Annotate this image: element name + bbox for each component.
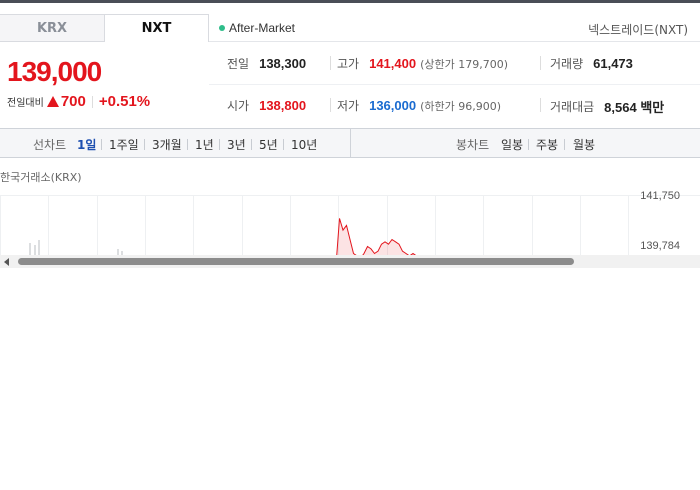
price-line	[336, 218, 417, 255]
stat-open: 시가 138,800	[227, 97, 306, 114]
period-10y[interactable]: 10년	[291, 136, 317, 153]
stat-value: 136,000	[369, 98, 417, 113]
stat-value: 61,473	[593, 56, 633, 71]
scroll-left-arrow-icon[interactable]	[4, 258, 9, 266]
divider	[540, 98, 541, 112]
y-tick-label: 139,784	[640, 240, 680, 252]
period-5y[interactable]: 5년	[259, 136, 278, 153]
stat-label: 저가	[337, 99, 360, 113]
divider	[283, 139, 284, 150]
change-label: 전일대비	[7, 98, 44, 109]
line-chart-label: 선차트	[33, 138, 67, 152]
candle-daily[interactable]: 일봉	[501, 136, 523, 153]
price-chart[interactable]: 141,750 139,784	[0, 185, 700, 255]
stat-high: 고가 141,400 (상한가 179,700)	[337, 55, 508, 72]
top-border	[0, 0, 700, 3]
stats-divider	[209, 84, 700, 85]
stat-value: 138,800	[259, 98, 307, 113]
divider	[219, 139, 220, 150]
y-tick-label: 141,750	[640, 190, 680, 202]
stat-value: 141,400	[369, 56, 417, 71]
change-amount: 700	[60, 93, 86, 110]
period-3y[interactable]: 3년	[227, 136, 246, 153]
lower-limit: (하한가 96,900)	[420, 99, 502, 113]
chart-source: 한국거래소(KRX)	[0, 171, 82, 184]
divider	[144, 139, 145, 150]
stat-value: 8,564 백만	[604, 100, 665, 115]
candle-chart-label: 봉차트	[456, 138, 490, 152]
current-price: 139,000	[7, 56, 102, 87]
divider	[528, 139, 529, 150]
exchange-name: 넥스트레이드(NXT)	[588, 23, 688, 37]
divider	[91, 95, 93, 108]
chart-svg	[0, 195, 700, 255]
stat-prev-close: 전일 138,300	[227, 55, 306, 72]
price-change: 전일대비 700 +0.51%	[7, 93, 150, 110]
tab-nxt[interactable]: NXT	[105, 14, 209, 42]
divider	[101, 139, 102, 150]
period-3m[interactable]: 3개월	[152, 136, 182, 153]
upper-limit: (상한가 179,700)	[420, 57, 509, 71]
change-percent: +0.51%	[98, 93, 151, 110]
stat-label: 거래대금	[550, 100, 595, 114]
stat-low: 저가 136,000 (하한가 96,900)	[337, 97, 501, 114]
period-1y[interactable]: 1년	[195, 136, 214, 153]
divider	[540, 56, 541, 70]
divider	[564, 139, 565, 150]
divider	[187, 139, 188, 150]
stat-value: 138,300	[259, 56, 307, 71]
stat-label: 시가	[227, 99, 250, 113]
tab-krx[interactable]: KRX	[0, 14, 105, 42]
divider	[330, 56, 331, 70]
up-arrow-icon	[46, 96, 59, 107]
stat-amount: 거래대금 8,564 백만	[550, 97, 664, 116]
status-dot-icon	[219, 25, 225, 31]
period-1d[interactable]: 1일	[77, 136, 96, 153]
divider	[330, 98, 331, 112]
period-bar: 선차트 1일 1주일 3개월 1년 3년 5년 10년 봉차트 일봉 주봉 월봉	[0, 128, 700, 158]
stat-label: 거래량	[550, 57, 584, 71]
scroll-thumb[interactable]	[18, 258, 574, 265]
tab-divider	[209, 41, 700, 42]
divider	[350, 129, 351, 157]
divider	[251, 139, 252, 150]
candle-monthly[interactable]: 월봉	[573, 136, 595, 153]
stat-volume: 거래량 61,473	[550, 55, 633, 72]
period-1w[interactable]: 1주일	[109, 136, 139, 153]
candle-weekly[interactable]: 주봉	[536, 136, 558, 153]
session-indicator: After-Market	[219, 21, 295, 35]
session-label: After-Market	[229, 21, 296, 35]
stat-label: 전일	[227, 57, 250, 71]
volume-marks	[29, 240, 123, 255]
stat-label: 고가	[337, 57, 360, 71]
horizontal-scrollbar[interactable]	[0, 255, 700, 268]
